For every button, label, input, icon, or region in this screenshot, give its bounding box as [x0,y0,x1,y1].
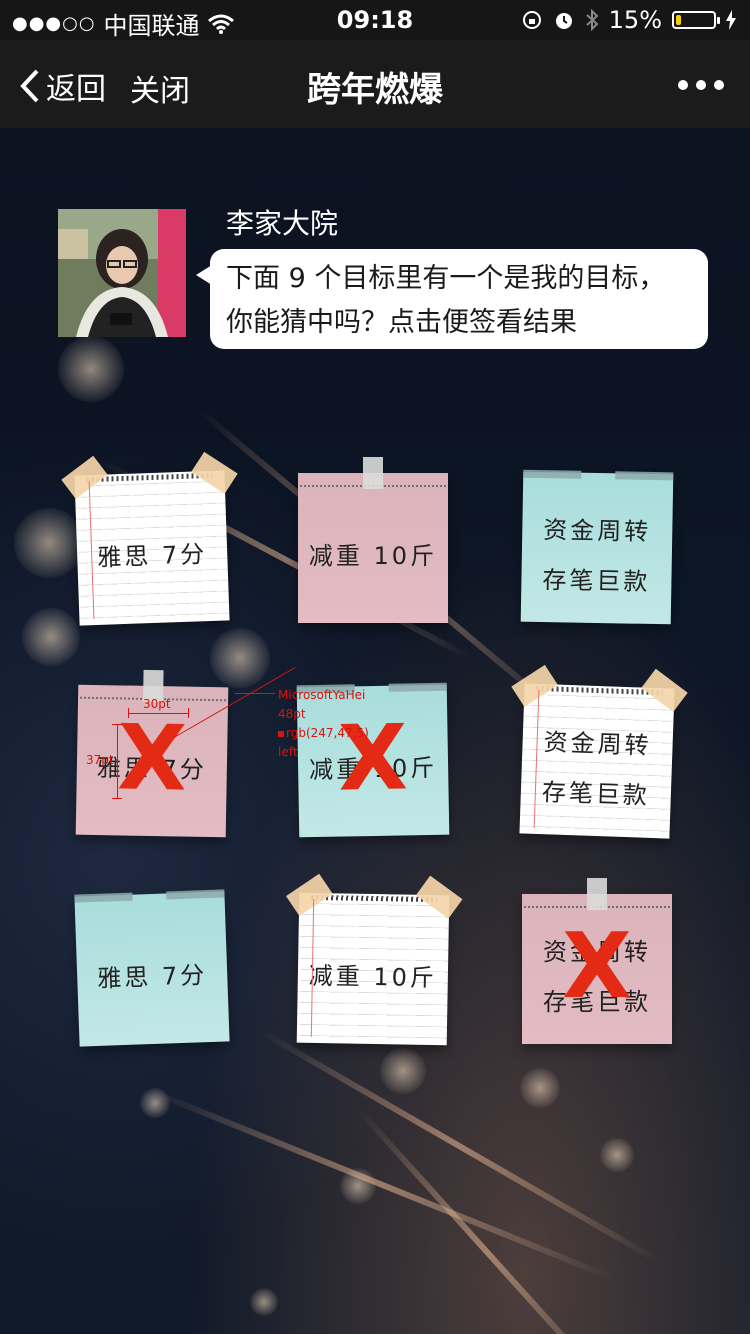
sticky-note[interactable]: 资金周转 存笔巨款 [520,469,674,625]
more-dot-icon [714,80,724,90]
sticky-note[interactable]: 雅思 7分 [74,889,230,1047]
note-text: 减重 10斤 [308,961,438,993]
note-text: 存笔巨款 [541,778,651,810]
annotation-color-value: rgb(247,47,5) [286,726,369,740]
annotation-spec: MicrosoftYaHei 48pt rgb(247,47,5) left [278,686,369,762]
tape-strip [615,471,674,481]
more-dot-icon [678,80,688,90]
more-button[interactable] [678,80,724,90]
annotation-height-bar [117,724,118,798]
battery-percent: 15% [608,6,662,34]
bluetooth-icon [585,9,599,31]
annotation-width-tick [188,708,189,718]
light-streak [357,1108,617,1334]
sticky-note[interactable]: 雅思 7分 [61,451,238,626]
bokeh-light [600,1138,634,1172]
message-line: 你能猜中吗？点击便签看结果 [226,307,577,338]
tape-strip [74,892,133,903]
annotation-height-tick [112,724,122,725]
annotation-font: MicrosoftYaHei [278,688,366,702]
nav-bar: 返回 关闭 跨年燃爆 [0,40,750,128]
username: 李家大院 [226,207,339,240]
annotation-height-label: 37pt [86,753,114,767]
annotation-width-tick [128,708,129,718]
annotation-width-label: 30pt [143,697,171,711]
cross-mark: X [562,914,632,1019]
annotation-height-tick [112,798,122,799]
charging-icon [726,10,736,30]
message-bubble: 下面 9 个目标里有一个是我的目标， 你能猜中吗？点击便签看结果 [196,249,708,349]
bokeh-light [210,628,270,688]
status-bar: ●●●○○ 中国联通 09:18 15% [0,0,750,40]
alarm-icon [555,13,572,29]
tape-strip [587,878,607,910]
annotation-align: left [278,745,298,759]
note-text: 资金周转 [543,728,653,760]
sticky-note[interactable]: 减重 10斤 [285,873,463,1046]
page-title: 跨年燃爆 [307,70,443,110]
more-dot-icon [696,80,706,90]
bokeh-light [58,336,124,402]
bokeh-light [14,508,84,578]
note-text: 减重 10斤 [308,542,438,570]
battery-icon [672,11,720,29]
tape-strip [166,889,225,900]
bokeh-light [520,1068,560,1108]
rotation-lock-icon [522,11,541,29]
annotation-width-bar [128,713,188,714]
bokeh-light [250,1288,278,1316]
sticky-note[interactable]: 资金周转 存笔巨款 X [522,878,672,1044]
bokeh-light [22,608,80,666]
sticky-note[interactable]: 资金周转 存笔巨款 [511,664,688,839]
annotation-leader-line [235,693,275,694]
annotation-size: 48pt [278,707,306,721]
tape-strip [363,457,383,489]
message-line: 下面 9 个目标里有一个是我的目标， [226,263,666,294]
note-text: 雅思 7分 [96,540,208,572]
note-text: 存笔巨款 [542,566,651,596]
tape-strip [388,682,447,692]
sticky-note[interactable]: 减重 10斤 [298,457,448,623]
note-text: 雅思 7分 [96,961,208,993]
avatar[interactable] [58,209,186,337]
tape-strip [523,469,582,479]
light-streak [258,1028,660,1264]
bokeh-light [380,1048,426,1094]
avatar-photo [58,209,186,337]
note-text: 资金周转 [543,516,652,546]
light-streak [148,1088,615,1282]
annotation-color: rgb(247,47,5) [278,724,369,743]
